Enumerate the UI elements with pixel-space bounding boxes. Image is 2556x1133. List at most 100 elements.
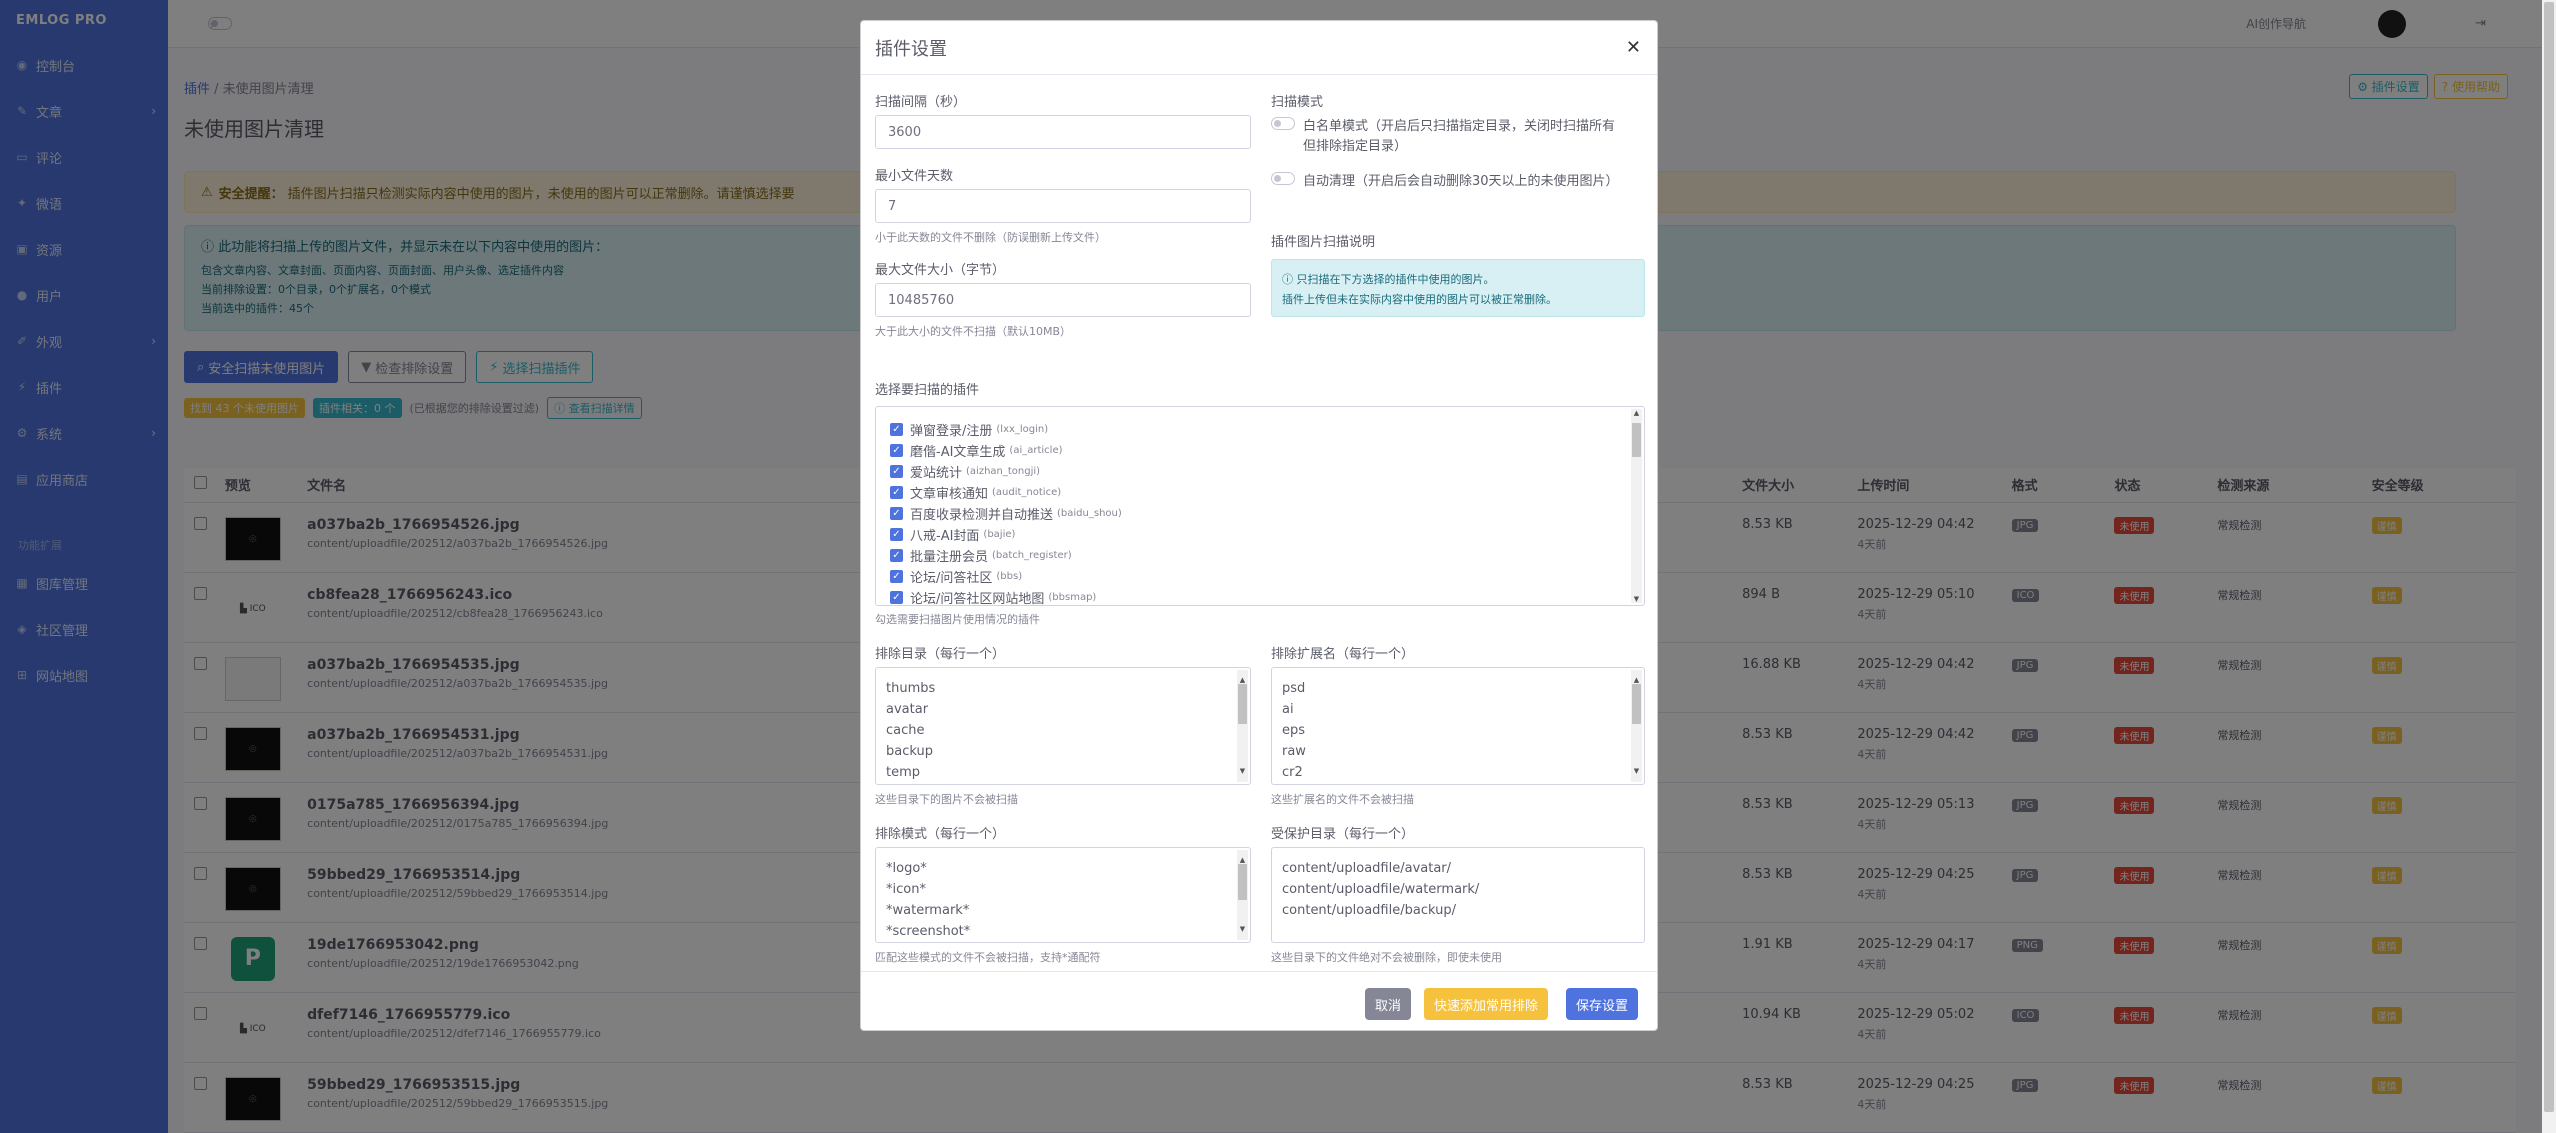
plugin-item[interactable]: ✓ 论坛/问答社区 (bbs) (890, 566, 1630, 587)
plugin-code: (baidu_shou) (1057, 508, 1122, 519)
plugin-item[interactable]: ✓ 弹窗登录/注册 (lxx_login) (890, 419, 1630, 440)
exclude-ext-textarea[interactable]: psd ai eps raw cr2 ▲ ▼ (1271, 667, 1645, 785)
exclude-dirs-textarea[interactable]: thumbs avatar cache backup temp ▲ ▼ (875, 667, 1251, 785)
plugin-code: (lxx_login) (996, 424, 1049, 435)
plugin-name: 弹窗登录/注册 (910, 424, 993, 439)
plugin-checkbox[interactable]: ✓ (890, 570, 903, 583)
info-icon: ⓘ (1282, 273, 1297, 286)
min-days-hint: 小于此天数的文件不删除（防误删新上传文件） (875, 231, 1106, 244)
textarea-line: *logo* (886, 861, 927, 876)
plugin-checkbox[interactable]: ✓ (890, 465, 903, 478)
textarea-line: cr2 (1282, 765, 1303, 780)
modal-title: 插件设置 (875, 38, 947, 60)
plugin-item[interactable]: ✓ 爱站统计 (aizhan_tongji) (890, 461, 1630, 482)
plugin-item[interactable]: ✓ 八戒-AI封面 (bajie) (890, 524, 1630, 545)
plugin-code: (ai_article) (1009, 445, 1063, 456)
max-size-input[interactable]: 10485760 (875, 283, 1251, 317)
plugin-scan-title: 插件图片扫描说明 (1271, 235, 1376, 250)
protected-dirs-label: 受保护目录（每行一个） (1271, 827, 1415, 842)
plugin-list[interactable]: ✓ 弹窗登录/注册 (lxx_login) ✓ 磨偕-AI文章生成 (ai_article… (875, 406, 1645, 606)
plugin-item[interactable]: ✓ 百度收录检测并自动推送 (baidu_shou) (890, 503, 1630, 524)
page-scrollbar[interactable] (2542, 0, 2556, 1133)
cancel-button[interactable]: 取消 (1365, 988, 1412, 1020)
textarea-line: content/uploadfile/backup/ (1282, 903, 1456, 918)
plugin-code: (aizhan_tongji) (966, 466, 1041, 477)
plugin-list-scrollbar[interactable]: ▲ ▼ (1631, 409, 1642, 603)
save-settings-button[interactable]: 保存设置 (1566, 988, 1639, 1020)
textarea-line: backup (886, 744, 933, 759)
plugin-checkbox[interactable]: ✓ (890, 444, 903, 457)
plugins-hint: 勾选需要扫描图片使用情况的插件 (875, 613, 1040, 626)
exclude-ext-scrollbar[interactable]: ▲ ▼ (1631, 670, 1642, 782)
exclude-dirs-label: 排除目录（每行一个） (875, 647, 1006, 662)
plugin-checkbox[interactable]: ✓ (890, 423, 903, 436)
plugin-name: 百度收录检测并自动推送 (910, 508, 1054, 523)
modal-header: 插件设置 ✕ (861, 21, 1657, 75)
modal-footer: 取消 快速添加常用排除 保存设置 (861, 971, 1657, 1031)
plugin-checkbox[interactable]: ✓ (890, 507, 903, 520)
plugin-item[interactable]: ✓ 批量注册会员 (batch_register) (890, 545, 1630, 566)
plugin-item[interactable]: ✓ 磨偕-AI文章生成 (ai_article) (890, 440, 1630, 461)
exclude-ext-hint: 这些扩展名的文件不会被扫描 (1271, 793, 1414, 806)
exclude-patterns-scrollbar[interactable]: ▲ ▼ (1237, 850, 1248, 940)
textarea-line: psd (1282, 681, 1306, 696)
plugin-checkbox[interactable]: ✓ (890, 591, 903, 604)
plugin-code: (bajie) (983, 529, 1016, 540)
exclude-patterns-hint: 匹配这些模式的文件不会被扫描，支持*通配符 (875, 951, 1101, 964)
exclude-ext-label: 排除扩展名（每行一个） (1271, 647, 1415, 662)
plugin-name: 论坛/问答社区网站地图 (910, 592, 1045, 606)
protected-dirs-textarea[interactable]: content/uploadfile/avatar/content/upload… (1271, 847, 1645, 943)
textarea-line: *watermark* (886, 903, 970, 918)
min-days-label: 最小文件天数 (875, 169, 954, 184)
plugin-scan-info: ⓘ 只扫描在下方选择的插件中使用的图片。 插件上传但未在实际内容中使用的图片可以… (1271, 259, 1645, 317)
whitelist-toggle[interactable] (1271, 117, 1295, 130)
plugin-name: 爱站统计 (910, 466, 963, 481)
plugin-item[interactable]: ✓ 论坛/问答社区网站地图 (bbsmap) (890, 587, 1630, 606)
exclude-patterns-label: 排除模式（每行一个） (875, 827, 1006, 842)
textarea-line: *icon* (886, 882, 926, 897)
plugin-checkbox[interactable]: ✓ (890, 486, 903, 499)
scan-interval-label: 扫描间隔（秒） (875, 95, 967, 110)
textarea-line: content/uploadfile/avatar/ (1282, 861, 1452, 876)
modal-body: 扫描间隔（秒） 3600 最小文件天数 7 小于此天数的文件不删除（防误删新上传… (875, 91, 1645, 971)
textarea-line: avatar (886, 702, 929, 717)
textarea-line: thumbs (886, 681, 936, 696)
plugin-scan-info-line: 只扫描在下方选择的插件中使用的图片。 (1296, 273, 1495, 286)
textarea-line: temp (886, 765, 921, 780)
plugin-checkbox[interactable]: ✓ (890, 528, 903, 541)
whitelist-label-cont: 但排除指定目录） (1303, 139, 1408, 154)
textarea-line: *screenshot* (886, 924, 971, 939)
plugin-code: (bbs) (996, 571, 1023, 582)
plugin-name: 八戒-AI封面 (910, 529, 980, 544)
plugin-code: (batch_register) (992, 550, 1072, 561)
max-size-label: 最大文件大小（字节） (875, 263, 1006, 278)
protected-dirs-hint: 这些目录下的文件绝对不会被删除，即使未使用 (1271, 951, 1502, 964)
plugin-code: (bbsmap) (1048, 592, 1097, 603)
textarea-line: raw (1282, 744, 1306, 759)
close-icon[interactable]: ✕ (1626, 37, 1641, 58)
plugin-code: (audit_notice) (992, 487, 1062, 498)
textarea-line: eps (1282, 723, 1306, 738)
plugin-name: 文章审核通知 (910, 487, 989, 502)
plugin-settings-modal: 插件设置 ✕ 扫描间隔（秒） 3600 最小文件天数 7 小于此天数的文件不删除… (860, 20, 1658, 1031)
textarea-line: cache (886, 723, 925, 738)
auto-clean-label: 自动清理（开启后会自动删除30天以上的未使用图片） (1303, 174, 1619, 189)
plugin-name: 论坛/问答社区 (910, 571, 993, 586)
max-size-hint: 大于此大小的文件不扫描（默认10MB） (875, 325, 1072, 338)
whitelist-label: 白名单模式（开启后只扫描指定目录，关闭时扫描所有 (1303, 119, 1616, 134)
scan-interval-input[interactable]: 3600 (875, 115, 1251, 149)
exclude-patterns-textarea[interactable]: *logo* *icon* *watermark* *screenshot* ▲ ▼ (875, 847, 1251, 943)
textarea-line: ai (1282, 702, 1294, 717)
min-days-input[interactable]: 7 (875, 189, 1251, 223)
plugins-label: 选择要扫描的插件 (875, 383, 980, 398)
scan-mode-label: 扫描模式 (1271, 95, 1324, 110)
plugin-item[interactable]: ✓ 文章审核通知 (audit_notice) (890, 482, 1630, 503)
exclude-dirs-scrollbar[interactable]: ▲ ▼ (1237, 670, 1248, 782)
auto-clean-toggle[interactable] (1271, 172, 1295, 185)
quick-add-exclude-button[interactable]: 快速添加常用排除 (1424, 988, 1549, 1020)
plugin-name: 批量注册会员 (910, 550, 989, 565)
plugin-checkbox[interactable]: ✓ (890, 549, 903, 562)
plugin-name: 磨偕-AI文章生成 (910, 445, 1006, 460)
plugin-scan-info-line: 插件上传但未在实际内容中使用的图片可以被正常删除。 (1282, 293, 1557, 306)
textarea-line: content/uploadfile/watermark/ (1282, 882, 1480, 897)
